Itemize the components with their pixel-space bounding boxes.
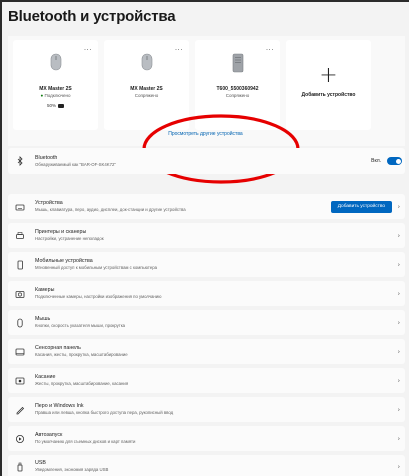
settings-window: Bluetooth и устройства ... MX Master 2S … bbox=[0, 0, 409, 476]
row-subtitle: Настройки, устранение неполадок bbox=[35, 236, 104, 241]
chevron-right-icon: › bbox=[397, 319, 400, 326]
settings-row-mobile[interactable]: Мобильные устройства Мгновенный доступ к… bbox=[8, 252, 405, 277]
device-card-mx-master-connected[interactable]: ... MX Master 2S ● Подключено 50% bbox=[13, 40, 98, 130]
settings-row-cameras[interactable]: Камеры Подключенные камеры, настройки из… bbox=[8, 281, 405, 306]
chevron-right-icon: › bbox=[397, 406, 400, 413]
row-title: Принтеры и сканеры bbox=[35, 229, 87, 235]
settings-row-touchpad[interactable]: Сенсорная панель Касания, жесты, прокрут… bbox=[8, 339, 405, 364]
settings-row-autoplay[interactable]: Автозапуск По умолчанию для съемных диск… bbox=[8, 426, 405, 451]
row-title: Сенсорная панель bbox=[35, 345, 81, 351]
mouse-icon bbox=[141, 53, 152, 71]
chevron-right-icon: › bbox=[397, 435, 400, 442]
row-title: Мышь bbox=[35, 316, 51, 322]
settings-row-mouse[interactable]: Мышь Кнопки, скорость указателя мыши, пр… bbox=[8, 310, 405, 335]
row-title: Перо и Windows Ink bbox=[35, 403, 84, 409]
chevron-right-icon: › bbox=[397, 348, 400, 355]
chevron-right-icon: › bbox=[397, 203, 400, 210]
row-title: Касание bbox=[35, 374, 56, 380]
more-options-icon[interactable]: ... bbox=[175, 43, 183, 52]
chevron-right-icon: › bbox=[397, 463, 400, 470]
row-subtitle: Касания, жесты, прокрутка, масштабирован… bbox=[35, 352, 128, 357]
settings-row-usb[interactable]: USB Уведомления, экономия заряда USB › bbox=[8, 455, 405, 476]
device-status: Сопряжено bbox=[134, 93, 159, 98]
more-options-icon[interactable]: ... bbox=[84, 43, 92, 52]
settings-row-printers[interactable]: Принтеры и сканеры Настройки, устранение… bbox=[8, 223, 405, 248]
battery-icon bbox=[58, 103, 64, 108]
device-status: Сопряжено bbox=[225, 93, 250, 98]
settings-row-pen[interactable]: Перо и Windows Ink Правша или левша, кно… bbox=[8, 397, 405, 422]
bluetooth-toggle-label: Вкл. bbox=[371, 158, 381, 164]
page-title: Bluetooth и устройства bbox=[8, 8, 176, 25]
row-subtitle: Подключенные камеры, настройки изображен… bbox=[35, 294, 162, 299]
mouse-icon bbox=[17, 318, 23, 327]
mouse-icon bbox=[50, 53, 61, 71]
row-title: Мобильные устройства bbox=[35, 258, 93, 264]
row-subtitle: Мышь, клавиатура, перо, аудио, дисплеи, … bbox=[35, 207, 186, 212]
row-subtitle: По умолчанию для съемных дисков и карт п… bbox=[35, 439, 136, 444]
plus-icon: + bbox=[319, 63, 338, 88]
add-device-label: Добавить устройство bbox=[301, 92, 356, 98]
chevron-right-icon: › bbox=[397, 377, 400, 384]
settings-row-touch[interactable]: Касание Жесты, прокрутка, масштабировани… bbox=[8, 368, 405, 393]
keyboard-icon bbox=[15, 204, 25, 210]
device-status: ● Подключено bbox=[40, 93, 71, 98]
bluetooth-icon bbox=[17, 156, 23, 166]
phone-icon bbox=[17, 260, 23, 269]
row-title: Автозапуск bbox=[35, 432, 63, 438]
bluetooth-title: Bluetooth bbox=[35, 155, 58, 161]
bluetooth-toggle[interactable] bbox=[387, 157, 402, 165]
chevron-right-icon: › bbox=[397, 261, 400, 268]
settings-row-devices[interactable]: Устройства Мышь, клавиатура, перо, аудио… bbox=[8, 194, 405, 219]
device-name: MX Master 2S bbox=[39, 86, 72, 92]
device-name: T600_5500360942 bbox=[216, 86, 259, 92]
speaker-icon bbox=[232, 53, 243, 73]
bluetooth-row[interactable]: Bluetooth Обнаруживаемый как "BAR-OF-SK4… bbox=[8, 148, 405, 174]
touchpad-icon bbox=[15, 348, 25, 355]
printer-icon bbox=[16, 231, 24, 239]
bluetooth-subtitle: Обнаруживаемый как "BAR-OF-SK4K72" bbox=[35, 162, 116, 167]
row-subtitle: Кнопки, скорость указателя мыши, прокрут… bbox=[35, 323, 126, 328]
usb-icon bbox=[17, 462, 23, 471]
touch-icon bbox=[15, 377, 25, 384]
chevron-right-icon: › bbox=[397, 232, 400, 239]
more-options-icon[interactable]: ... bbox=[266, 43, 274, 52]
camera-icon bbox=[15, 290, 25, 298]
row-subtitle: Уведомления, экономия заряда USB bbox=[35, 467, 109, 472]
row-subtitle: Правша или левша, кнопка быстрого доступ… bbox=[35, 410, 174, 415]
device-name: MX Master 2S bbox=[130, 86, 163, 92]
row-subtitle: Мгновенный доступ к мобильным устройства… bbox=[35, 265, 158, 270]
autoplay-icon bbox=[16, 434, 24, 443]
chevron-right-icon: › bbox=[397, 290, 400, 297]
battery-level: 50% bbox=[13, 103, 98, 108]
row-title: Камеры bbox=[35, 287, 55, 293]
add-device-button[interactable]: Добавить устройство bbox=[330, 200, 392, 213]
row-title: Устройства bbox=[35, 200, 63, 206]
pen-icon bbox=[16, 406, 25, 414]
row-title: USB bbox=[35, 460, 46, 466]
row-subtitle: Жесты, прокрутка, масштабирование, касан… bbox=[35, 381, 129, 386]
